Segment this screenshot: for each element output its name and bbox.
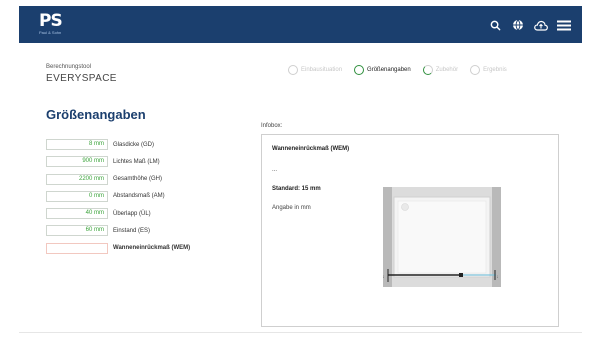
drain	[401, 203, 409, 211]
logo[interactable]: PS Paul & Sohn	[39, 11, 65, 36]
einstand-input[interactable]: 60 mm	[46, 225, 108, 237]
step-circle-icon	[422, 65, 433, 75]
field-row-wanneneinrueckmass: Wanneneinrückmaß (WEM)	[46, 242, 190, 255]
right-wall	[492, 187, 501, 287]
field-row-gesamthoehe: 2200 mm Gesamthöhe (GH)	[46, 173, 190, 186]
ueberlapp-label: Überlapp (ÜL)	[113, 210, 151, 217]
abstandsmass-label: Abstandsmaß (AM)	[113, 193, 165, 200]
lichtes-mass-input[interactable]: 900 mm	[46, 156, 108, 168]
header-icons	[488, 18, 571, 32]
infobox: Wanneneinrückmaß (WEM) ... Standard: 15 …	[261, 134, 559, 327]
wanneneinrueckmass-input[interactable]	[46, 242, 108, 254]
dimension-marker-right: ⁞	[497, 274, 498, 279]
infobox-ellipsis: ...	[272, 167, 278, 173]
glasdicke-label: Glasdicke (GD)	[113, 141, 155, 148]
step-label: Ergebnis	[483, 67, 507, 73]
app-header: PS Paul & Sohn	[19, 6, 582, 43]
step-label: Größenangaben	[367, 67, 411, 73]
step-label: Einbausituation	[301, 67, 343, 73]
globe-icon[interactable]	[511, 18, 525, 32]
main-panel: Berechnungstool EVERYSPACE Einbausituati…	[19, 43, 582, 333]
tray-inner	[397, 200, 487, 274]
shower-tray-diagram: ⁞ ⁞	[383, 187, 501, 287]
step-einbausituation[interactable]: Einbausituation	[288, 65, 342, 75]
gesamthoehe-input[interactable]: 2200 mm	[46, 173, 108, 185]
step-circle-icon	[354, 65, 365, 75]
tool-name: EVERYSPACE	[46, 73, 117, 84]
infobox-heading: Wanneneinrückmaß (WEM)	[272, 146, 350, 152]
section-title: Größenangaben	[46, 107, 146, 122]
ueberlapp-input[interactable]: 40 mm	[46, 208, 108, 220]
panel-joint	[459, 273, 463, 277]
logo-text: PS	[39, 11, 63, 31]
field-row-abstandsmass: 0 mm Abstandsmaß (AM)	[46, 190, 190, 203]
lichtes-mass-label: Lichtes Maß (LM)	[113, 158, 160, 165]
glasdicke-input[interactable]: 8 mm	[46, 139, 108, 150]
dimension-marker-left: ⁞	[383, 274, 384, 279]
abstandsmass-input[interactable]: 0 mm	[46, 190, 108, 202]
step-label: Zubehör	[435, 67, 459, 73]
infobox-standard: Standard: 15 mm	[272, 186, 321, 192]
field-row-lichtes-mass: 900 mm Lichtes Maß (LM)	[46, 155, 190, 168]
progress-steps: Einbausituation Größenangaben Zubehör Er…	[288, 65, 507, 75]
dimension-fields: 8 mm Glasdicke (GD) 900 mm Lichtes Maß (…	[46, 138, 190, 259]
step-groessenangaben[interactable]: Größenangaben	[354, 65, 411, 75]
field-row-einstand: 60 mm Einstand (ES)	[46, 224, 190, 237]
logo-subtitle: Paul & Sohn	[39, 30, 62, 35]
step-zubehoer[interactable]: Zubehör	[422, 65, 459, 75]
search-icon[interactable]	[488, 18, 502, 32]
step-ergebnis[interactable]: Ergebnis	[470, 65, 507, 75]
menu-icon[interactable]	[557, 18, 571, 32]
infobox-title: Infobox:	[261, 123, 283, 129]
tool-label: Berechnungstool	[46, 64, 92, 70]
gesamthoehe-label: Gesamthöhe (GH)	[113, 176, 163, 183]
infobox-unit-note: Angabe in mm	[272, 205, 311, 211]
field-row-ueberlapp: 40 mm Überlapp (ÜL)	[46, 207, 190, 220]
field-row-glasdicke: 8 mm Glasdicke (GD)	[46, 138, 190, 151]
wanneneinrueckmass-label: Wanneneinrückmaß (WEM)	[113, 245, 191, 252]
einstand-label: Einstand (ES)	[113, 227, 151, 234]
step-circle-icon	[470, 65, 481, 75]
step-circle-icon	[288, 65, 298, 75]
cloud-upload-icon[interactable]	[534, 18, 548, 32]
